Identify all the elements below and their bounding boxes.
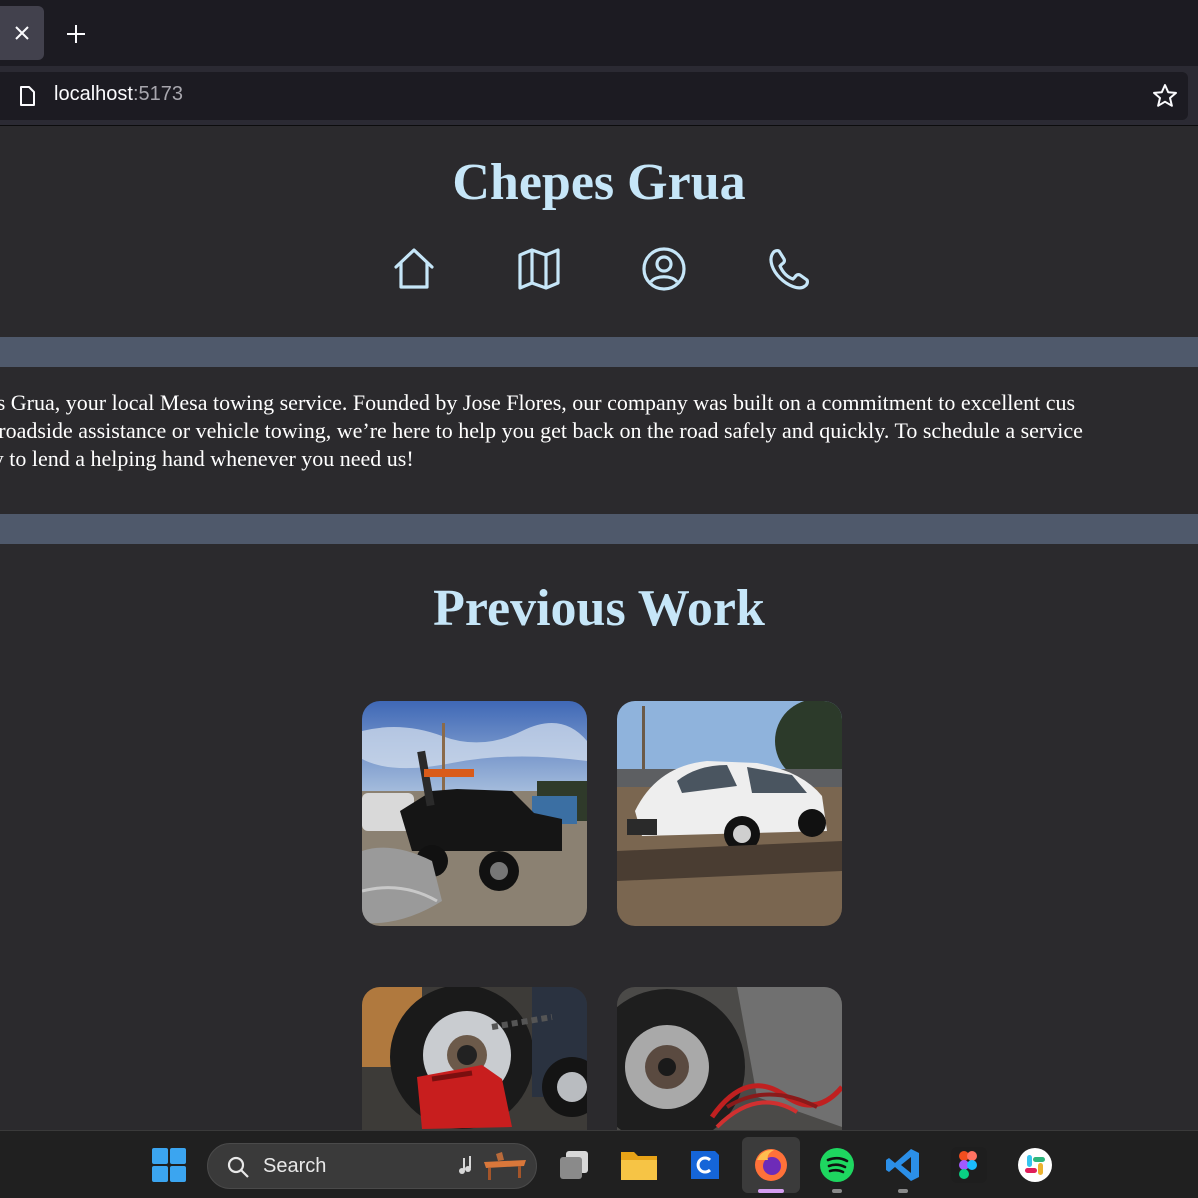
vscode-button[interactable] xyxy=(883,1145,923,1185)
user-circle-icon[interactable] xyxy=(640,245,688,293)
spotify-running-indicator xyxy=(832,1189,842,1193)
page-viewport: Chepes Grua pe's Grua, your local Mesa t… xyxy=(0,127,1198,1130)
windows-start-button[interactable] xyxy=(149,1145,189,1185)
icon-navigation xyxy=(388,245,818,293)
file-explorer-icon xyxy=(621,1152,657,1180)
close-tab-button[interactable] xyxy=(0,6,44,60)
url-port: :5173 xyxy=(132,83,183,105)
about-line: ed roadside assistance or vehicle towing… xyxy=(0,418,1083,443)
white-prius-photo[interactable] xyxy=(617,701,842,926)
url-host: localhost xyxy=(54,83,133,105)
figma-button[interactable] xyxy=(949,1145,989,1185)
about-line: pe's Grua, your local Mesa towing servic… xyxy=(0,390,1076,415)
spotify-button[interactable] xyxy=(817,1145,857,1185)
new-tab-button[interactable] xyxy=(58,16,94,52)
windows-start-icon xyxy=(152,1148,186,1182)
divider-band xyxy=(0,514,1198,544)
task-view-button[interactable] xyxy=(554,1145,594,1185)
phone-icon[interactable] xyxy=(765,245,813,293)
page-icon xyxy=(20,86,35,106)
vscode-icon xyxy=(886,1149,919,1181)
truck-wheel-gas-can-photo[interactable] xyxy=(362,987,587,1130)
tab-bar xyxy=(0,0,1198,66)
navigation-toolbar: localhost:5173 xyxy=(0,66,1198,126)
about-line: ady to lend a helping hand whenever you … xyxy=(0,446,414,471)
firefox-icon xyxy=(755,1149,787,1181)
task-view-icon xyxy=(560,1151,588,1179)
file-explorer-button[interactable] xyxy=(619,1145,659,1185)
slack-icon xyxy=(1018,1148,1052,1182)
taskbar: Search xyxy=(0,1130,1198,1198)
bookmark-star-icon[interactable] xyxy=(1152,83,1178,109)
taskbar-search[interactable]: Search xyxy=(207,1143,537,1189)
firefox-running-indicator xyxy=(758,1189,784,1193)
site-title: Chepes Grua xyxy=(452,154,746,211)
url-text: localhost:5173 xyxy=(54,83,183,106)
map-icon[interactable] xyxy=(515,245,563,293)
search-icon xyxy=(227,1156,249,1178)
slack-button[interactable] xyxy=(1015,1145,1055,1185)
close-icon xyxy=(15,26,29,40)
about-text: pe's Grua, your local Mesa towing servic… xyxy=(0,389,1198,473)
c-app-button[interactable] xyxy=(685,1145,725,1185)
truck-wheel-cables-photo[interactable] xyxy=(617,987,842,1130)
divider-band xyxy=(0,337,1198,367)
spotify-icon xyxy=(820,1148,854,1182)
home-icon[interactable] xyxy=(390,245,438,293)
address-bar[interactable]: localhost:5173 xyxy=(0,72,1188,120)
search-label: Search xyxy=(263,1155,327,1177)
c-app-icon xyxy=(691,1151,719,1179)
previous-work-heading: Previous Work xyxy=(433,580,765,637)
tow-truck-photo[interactable] xyxy=(362,701,587,926)
firefox-button[interactable] xyxy=(751,1145,791,1185)
search-highlight-icon xyxy=(459,1152,526,1180)
vscode-running-indicator xyxy=(898,1189,908,1193)
figma-icon xyxy=(951,1147,987,1183)
plus-icon xyxy=(67,25,85,43)
